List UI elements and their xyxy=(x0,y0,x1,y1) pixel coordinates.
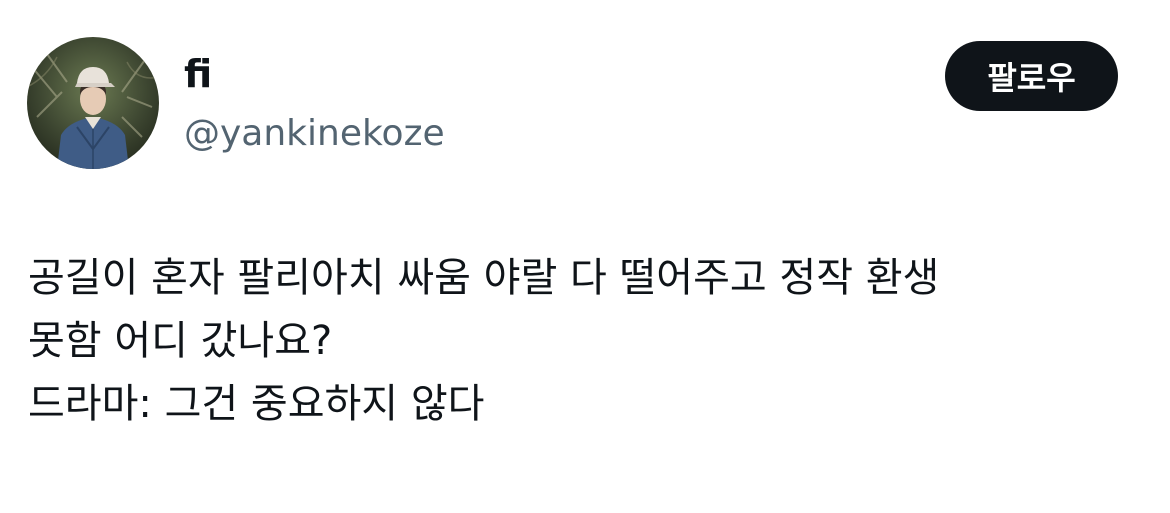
author-handle[interactable]: @yankinekoze xyxy=(184,112,445,156)
avatar[interactable] xyxy=(27,37,159,169)
tweet-text: 공길이 혼자 팔리아치 싸움 야랄 다 떨어주고 정작 환생 못함 어디 갔나요… xyxy=(28,247,1138,436)
author-display-name[interactable]: fi xyxy=(184,52,212,96)
tweet-card: fi @yankinekoze 팔로우 공길이 혼자 팔리아치 싸움 야랄 다 … xyxy=(0,0,1170,513)
tweet-text-line: 공길이 혼자 팔리아치 싸움 야랄 다 떨어주고 정작 환생 xyxy=(28,255,940,301)
tweet-text-line: 못함 어디 갔나요? xyxy=(28,318,333,364)
tweet-text-line: 드라마: 그건 중요하지 않다 xyxy=(28,381,485,427)
follow-button[interactable]: 팔로우 xyxy=(945,41,1118,111)
avatar-photo-icon xyxy=(27,37,159,169)
